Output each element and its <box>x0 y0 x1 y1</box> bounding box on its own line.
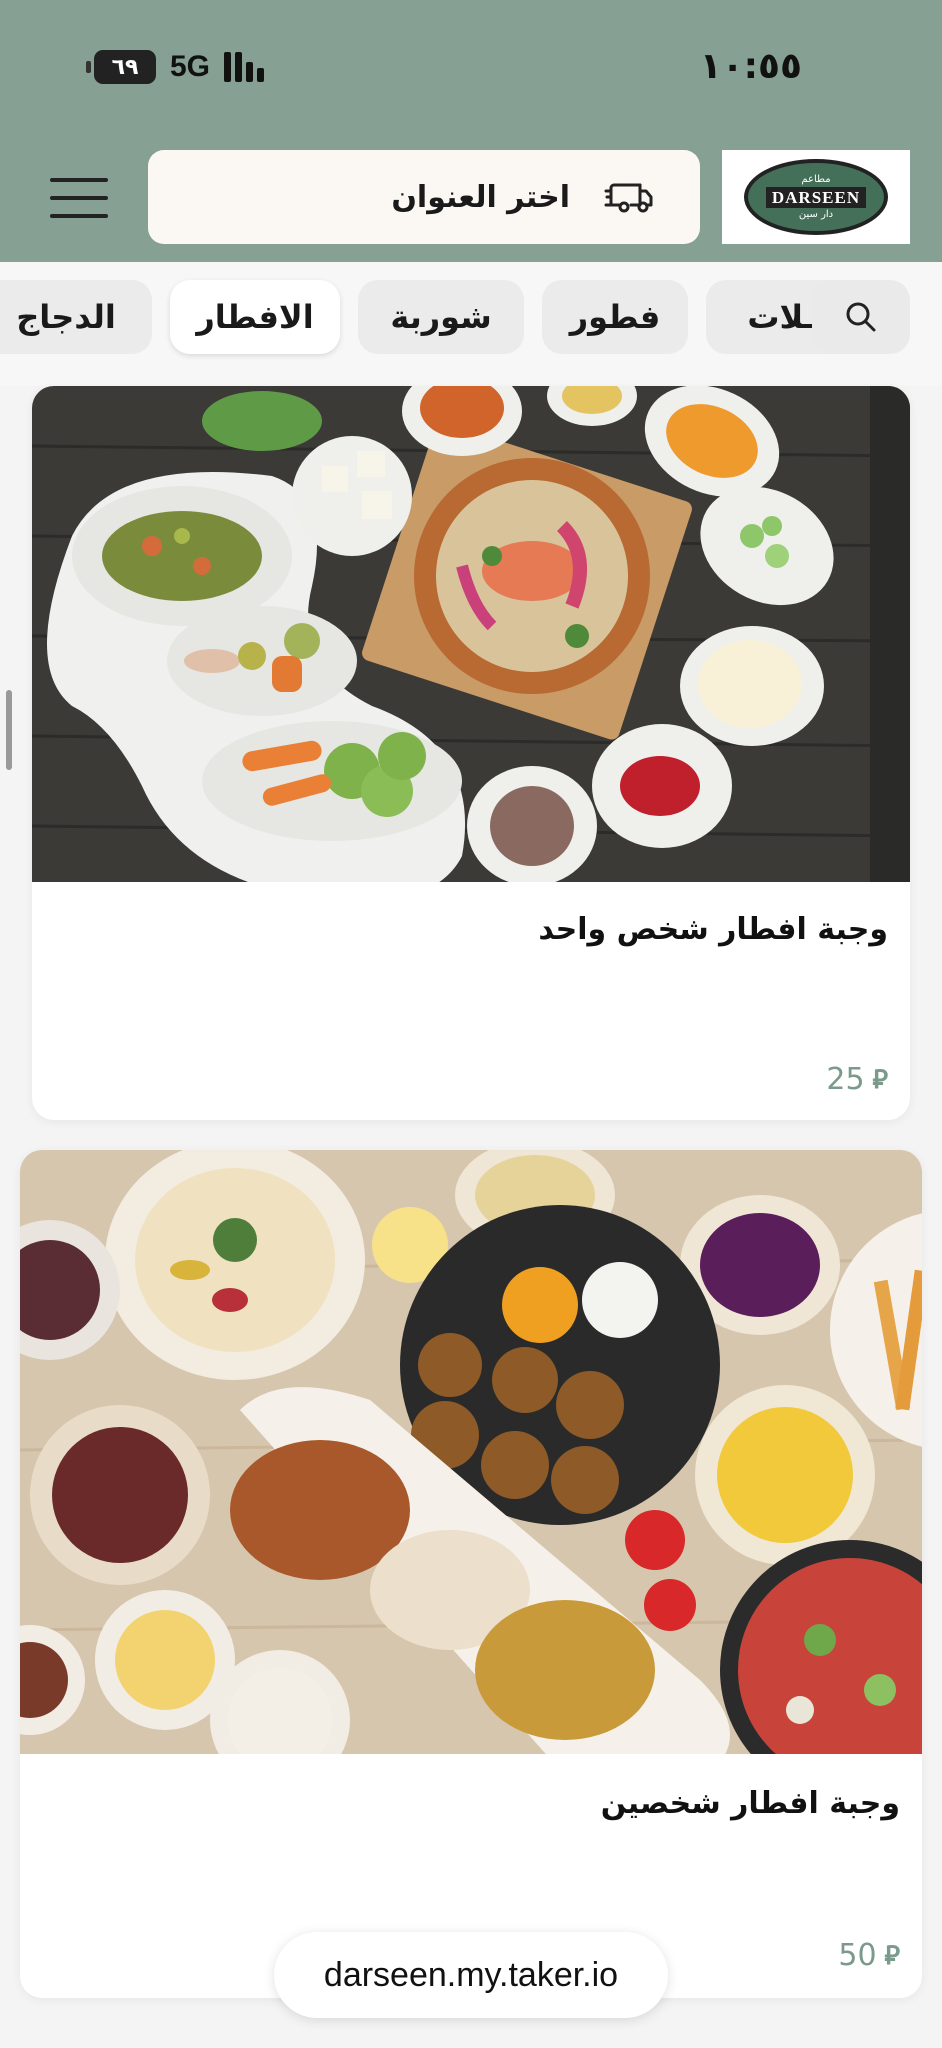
header: ٦٩ 5G ١٠:٥٥ اختر العنوان مطاعم DARSEEN د… <box>0 0 942 262</box>
restaurant-logo[interactable]: مطاعم DARSEEN دار سين <box>722 150 910 244</box>
product-title: وجبة افطار شخص واحد <box>538 912 888 947</box>
currency-icon: ⃁ <box>884 1941 900 1971</box>
scrollbar-thumb[interactable] <box>6 690 12 770</box>
product-card[interactable]: وجبة افطار شخصين 50 ⃁ <box>20 1150 922 1998</box>
product-price: 50 ⃁ <box>838 1938 900 1973</box>
category-bar: ـلات فطور شوربة الافطار الدجاج <box>0 262 942 386</box>
status-indicators: ٦٩ 5G <box>86 50 265 84</box>
category-tab-breakfast-pastries[interactable]: فطور <box>542 280 688 354</box>
category-tab-soup[interactable]: شوربة <box>358 280 524 354</box>
product-card[interactable]: وجبة افطار شخص واحد 25 ⃁ <box>32 386 910 1120</box>
battery-icon: ٦٩ <box>86 50 156 84</box>
category-tab-chicken[interactable]: الدجاج <box>0 280 152 354</box>
product-price: 25 ⃁ <box>826 1062 888 1097</box>
logo-arabic-top: مطاعم <box>801 173 831 185</box>
product-image <box>20 1150 922 1754</box>
network-label: 5G <box>170 50 211 83</box>
menu-icon[interactable] <box>50 178 108 218</box>
signal-icon <box>224 52 265 82</box>
product-image <box>32 386 910 882</box>
currency-icon: ⃁ <box>872 1065 888 1095</box>
price-value: 50 <box>838 1938 877 1973</box>
logo-arabic-bottom: دار سين <box>798 208 834 220</box>
product-title: وجبة افطار شخصين <box>600 1786 900 1821</box>
address-label: اختر العنوان <box>391 179 570 215</box>
address-selector[interactable]: اختر العنوان <box>148 150 700 244</box>
truck-icon <box>604 183 653 213</box>
search-icon <box>846 302 876 332</box>
price-value: 25 <box>826 1062 865 1097</box>
browser-url-bar[interactable]: darseen.my.taker.io <box>274 1932 668 2018</box>
status-time: ١٠:٥٥ <box>699 46 802 87</box>
category-tab-breakfast[interactable]: الافطار <box>170 280 340 354</box>
battery-level: ٦٩ <box>94 50 156 84</box>
search-button[interactable] <box>812 280 910 354</box>
logo-emblem: مطاعم DARSEEN دار سين <box>744 159 888 235</box>
logo-name: DARSEEN <box>765 186 867 208</box>
